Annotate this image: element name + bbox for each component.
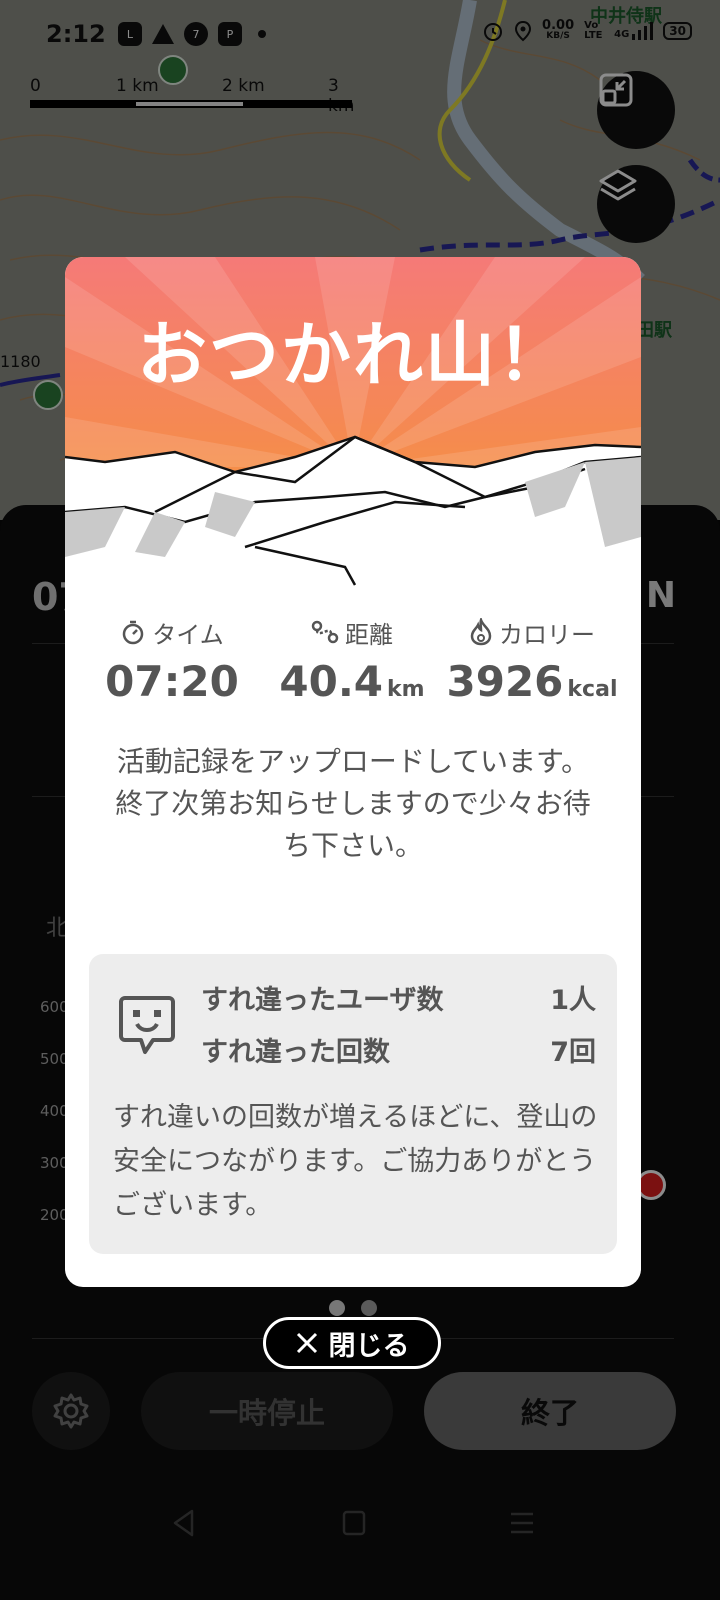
pager-dot[interactable] xyxy=(361,1300,377,1316)
activity-complete-dialog: おつかれ山！ タイム 07:20 距離 40.4 km カロリー 3926 kcal… xyxy=(65,257,641,1287)
stat-label: 距離 xyxy=(345,620,393,649)
stat-unit: kcal xyxy=(567,677,618,702)
close-label: 閉じる xyxy=(328,1330,410,1362)
stopwatch-icon xyxy=(122,620,144,645)
upload-message: 活動記録をアップロードしています。 終了次第お知らせしますので少々お待ち下さい。 xyxy=(115,745,591,862)
stat-label: カロリー xyxy=(499,620,595,649)
close-button[interactable]: 閉じる xyxy=(263,1317,441,1369)
passing-face-icon xyxy=(119,996,175,1054)
stats-row: タイム 07:20 距離 40.4 km カロリー 3926 kcal xyxy=(65,615,641,715)
passing-count-value: 7回 xyxy=(550,1037,596,1068)
flame-icon xyxy=(470,618,492,646)
route-icon xyxy=(311,620,339,644)
passing-count-label: すれ違った回数 xyxy=(201,1037,390,1068)
stat-label: タイム xyxy=(152,620,224,649)
passing-count-row: すれ違った回数 7回 xyxy=(201,1030,596,1069)
stat-time: タイム 07:20 xyxy=(77,615,267,707)
close-icon xyxy=(296,1332,317,1354)
stat-value: 3926 xyxy=(446,657,564,706)
passing-users-label: すれ違ったユーザ数 xyxy=(201,985,444,1016)
dialog-title: おつかれ山！ xyxy=(137,314,569,396)
stat-unit: km xyxy=(387,677,425,702)
stat-calories: カロリー 3926 kcal xyxy=(437,615,627,706)
stat-value: 07:20 xyxy=(105,657,239,706)
stat-value: 40.4 xyxy=(279,657,384,706)
stat-distance: 距離 40.4 km xyxy=(257,615,447,707)
passing-users-row: すれ違ったユーザ数 1人 xyxy=(201,978,596,1017)
pager-dot-active[interactable] xyxy=(329,1300,345,1316)
passing-info-box: すれ違ったユーザ数 1人 すれ違った回数 7回 すれ違いの回数が増えるほどに、登… xyxy=(89,954,617,1254)
passing-users-value: 1人 xyxy=(550,985,596,1016)
hero-illustration: おつかれ山！ xyxy=(65,257,641,587)
passing-note: すれ違いの回数が増えるほどに、登山の安全につながります。ご協力ありがとうございま… xyxy=(113,1102,598,1221)
